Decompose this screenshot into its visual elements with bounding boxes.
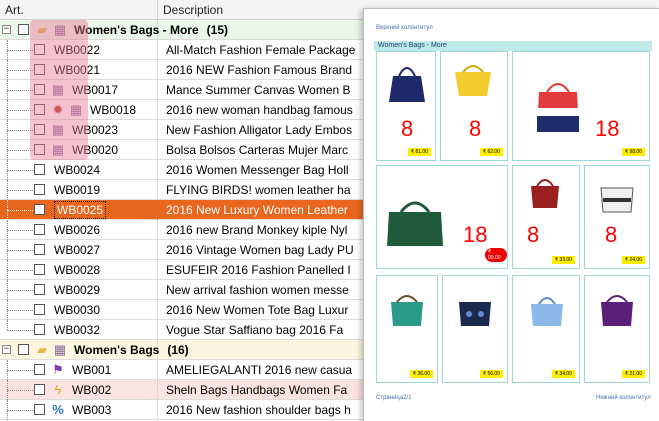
bag-image-icon bbox=[387, 201, 443, 246]
page-footer-left: Страница2/1 bbox=[376, 395, 412, 401]
group-title: Women's Bags - More (15) bbox=[74, 23, 228, 37]
bag-image-icon bbox=[389, 67, 425, 102]
product-card: ₹ 21.00 bbox=[584, 275, 650, 383]
row-checkbox[interactable] bbox=[34, 404, 45, 415]
article-code: WB0028 bbox=[54, 263, 101, 277]
drag-selection-highlight bbox=[30, 20, 88, 160]
article-code: WB003 bbox=[72, 403, 112, 417]
percent-icon: % bbox=[52, 402, 64, 417]
quantity-label: 18 bbox=[463, 222, 488, 247]
article-code: WB0019 bbox=[54, 183, 101, 197]
price-tag: ₹ 33.00 bbox=[551, 256, 575, 264]
bag-image-icon bbox=[455, 65, 491, 96]
product-card: 18 ₹ 00.00 bbox=[376, 165, 508, 269]
product-card: 8 ₹ 24.00 bbox=[584, 165, 650, 269]
collapse-icon[interactable]: − bbox=[2, 25, 11, 34]
row-checkbox[interactable] bbox=[34, 204, 45, 215]
product-card: 8 ₹ 61.00 bbox=[376, 51, 436, 161]
article-code: WB0027 bbox=[54, 243, 101, 257]
price-tag: ₹ 61.00 bbox=[407, 148, 431, 156]
row-checkbox[interactable] bbox=[34, 224, 45, 235]
bag-image-icon bbox=[600, 187, 634, 213]
bag-image-icon bbox=[459, 302, 491, 326]
article-code: WB0029 bbox=[54, 283, 101, 297]
price-tag: ₹ 56.00 bbox=[479, 370, 503, 378]
article-code: WB0030 bbox=[54, 303, 101, 317]
row-checkbox[interactable] bbox=[34, 184, 45, 195]
folder-icon: ▰ bbox=[37, 342, 47, 357]
row-checkbox[interactable] bbox=[34, 304, 45, 315]
price-tag: ₹ 34.00 bbox=[551, 370, 575, 378]
product-card: 18 ₹ 98.00 bbox=[512, 51, 650, 161]
article-code: WB0025 bbox=[54, 201, 107, 219]
column-header-art[interactable]: Art. bbox=[0, 0, 158, 20]
quantity-label: 8 bbox=[527, 222, 540, 247]
group-checkbox[interactable] bbox=[18, 344, 29, 355]
row-checkbox[interactable] bbox=[34, 244, 45, 255]
row-checkbox[interactable] bbox=[34, 364, 45, 375]
price-tag: ₹ 98.00 bbox=[621, 148, 645, 156]
price-tag: ₹ 21.00 bbox=[621, 370, 645, 378]
article-code: WB0024 bbox=[54, 163, 101, 177]
print-preview-panel: Верхний колонтитул Women's Bags - More 8… bbox=[363, 8, 659, 421]
bag-image-icon bbox=[537, 83, 579, 132]
quantity-label: 8 bbox=[469, 116, 482, 141]
bag-image-icon bbox=[531, 179, 559, 208]
product-card: ₹ 34.00 bbox=[512, 275, 580, 383]
group-checkbox[interactable] bbox=[18, 24, 29, 35]
price-tag: ₹ 00.00 bbox=[485, 248, 507, 262]
lightning-icon: ϟ bbox=[54, 382, 62, 397]
article-code: WB0026 bbox=[54, 223, 101, 237]
product-card: 8 ₹ 62.00 bbox=[440, 51, 508, 161]
row-checkbox[interactable] bbox=[34, 324, 45, 335]
row-checkbox[interactable] bbox=[34, 284, 45, 295]
report-icon: ▦ bbox=[53, 342, 67, 357]
quantity-label: 8 bbox=[401, 116, 414, 141]
bag-image-icon bbox=[391, 295, 423, 326]
article-code: WB002 bbox=[72, 383, 112, 397]
collapse-icon[interactable]: − bbox=[2, 345, 11, 354]
article-code: WB0032 bbox=[54, 323, 101, 337]
quantity-label: 18 bbox=[595, 116, 620, 141]
article-code: WB001 bbox=[72, 363, 112, 377]
price-tag: ₹ 24.00 bbox=[621, 256, 645, 264]
row-checkbox[interactable] bbox=[34, 264, 45, 275]
price-tag: ₹ 62.00 bbox=[479, 148, 503, 156]
article-code: WB0018 bbox=[90, 103, 137, 117]
page-footer-right: Нижний колонтитул bbox=[596, 395, 651, 401]
price-tag: ₹ 36.00 bbox=[409, 370, 433, 378]
bag-image-icon bbox=[601, 295, 633, 326]
group-title: Women's Bags (16) bbox=[74, 343, 189, 357]
bag-image-icon bbox=[531, 297, 563, 326]
flag-icon: ⚑ bbox=[52, 362, 64, 377]
row-checkbox[interactable] bbox=[34, 384, 45, 395]
page-header-text: Верхний колонтитул bbox=[376, 25, 433, 31]
row-checkbox[interactable] bbox=[34, 164, 45, 175]
quantity-label: 8 bbox=[605, 222, 618, 247]
product-card: 8 ₹ 33.00 bbox=[512, 165, 580, 269]
product-card: ₹ 56.00 bbox=[442, 275, 508, 383]
preview-group-title: Women's Bags - More bbox=[374, 41, 652, 51]
product-card: ₹ 36.00 bbox=[376, 275, 438, 383]
